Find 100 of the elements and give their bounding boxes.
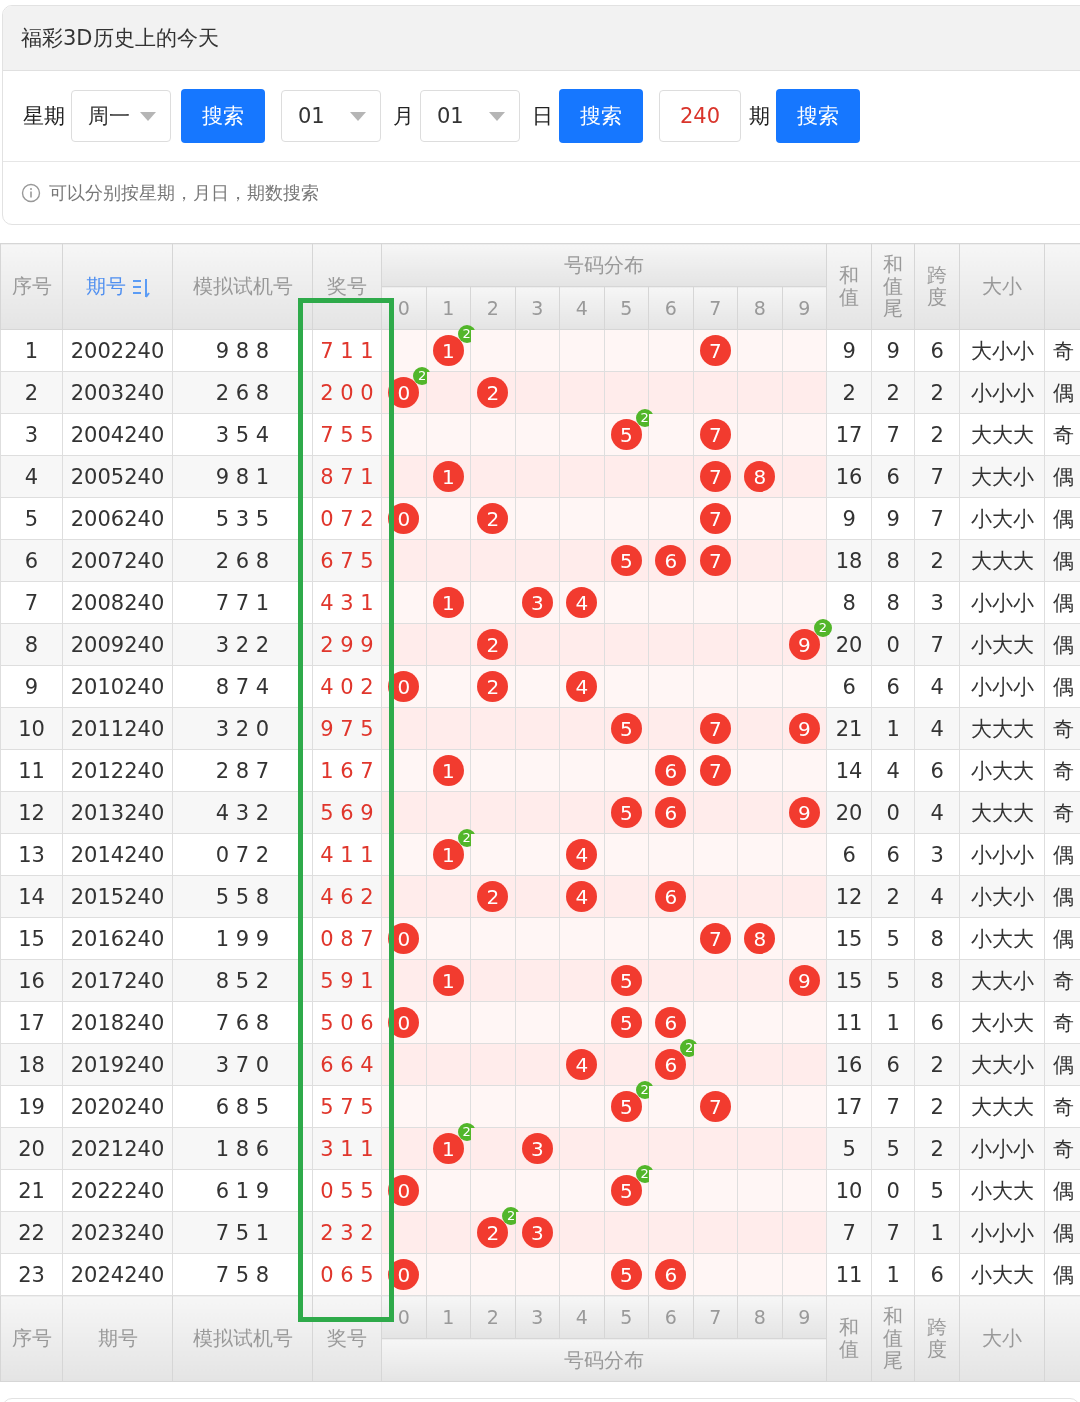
table-cell: 6 [914,1253,960,1296]
table-cell: 2010240 [62,665,173,708]
search-button[interactable]: 搜索 [559,89,643,143]
header-cell: 4 [559,286,604,330]
table-cell: 15 [826,959,872,1002]
table-cell: 3 5 4 [172,413,313,456]
dropdown[interactable]: 01 [281,90,381,142]
table-cell: 9 8 8 [172,329,313,372]
table-cell: 9 [871,329,915,372]
number-ball: 2 [477,629,509,660]
table-cell: 小大大 [959,1253,1045,1296]
number-ball: 4 [566,587,598,618]
table-cell: 23 [0,1253,63,1296]
table-cell: 8 7 1 [312,455,382,498]
table-cell: 8 [826,581,872,624]
table-cell: 15 [0,917,63,960]
table-cell: 6 8 5 [172,1085,313,1128]
table-cell: 8 7 4 [172,665,313,708]
number-ball: 6 [655,881,687,912]
dropdown[interactable]: 01 [420,90,520,142]
table-cell: 7 [914,455,960,498]
number-ball: 1 [432,965,464,996]
number-ball: 6 [655,545,687,576]
table-cell: 2022240 [62,1169,173,1212]
table-cell: 2 6 8 [172,539,313,582]
table-cell: 偶 [1053,926,1075,951]
table-cell: 15 [826,917,872,960]
table-cell: 17 [0,1001,63,1044]
table-cell: 2018240 [62,1001,173,1044]
table-cell: 偶 [1053,464,1075,489]
table-cell: 2 [0,371,63,414]
table-cell: 7 [826,1211,872,1254]
table-cell: 小大大 [959,623,1045,666]
table-cell: 11 [826,1001,872,1044]
table-cell: 17 [826,1085,872,1128]
table-cell: 2003240 [62,371,173,414]
table-cell: 2023240 [62,1211,173,1254]
header-cell: 模拟试机号 [172,243,313,330]
number-ball: 6 [655,797,687,828]
table-cell: 偶 [1053,842,1075,867]
search-button[interactable]: 搜索 [181,89,265,143]
number-ball: 4 [566,1049,598,1080]
table-cell: 18 [0,1043,63,1086]
table-cell: 2 [914,1127,960,1170]
search-button[interactable]: 搜索 [776,89,860,143]
table-cell: 4 [914,707,960,750]
number-ball: 1 [432,755,464,786]
table-cell: 偶 [1053,380,1075,405]
footer-cell: 6 [648,1295,693,1339]
table-cell: 1 [0,329,63,372]
number-ball: 7 [699,1091,731,1122]
table-cell: 10 [0,707,63,750]
table-cell: 5 5 8 [172,875,313,918]
table-cell: 1 [914,1211,960,1254]
number-ball: 3 [521,1217,553,1248]
table-cell: 奇 [1053,1094,1075,1119]
table-cell: 6 [914,329,960,372]
footer-cell: 和值 [826,1295,872,1382]
table-cell: 19 [0,1085,63,1128]
table-cell: 8 5 2 [172,959,313,1002]
table-cell: 小小小 [959,1211,1045,1254]
table-cell: 2014240 [62,833,173,876]
table-cell: 17 [826,413,872,456]
table-cell: 3 2 2 [172,623,313,666]
card-title: 福彩3D历史上的今天 [3,6,1080,71]
number-ball: 5 [610,1259,642,1290]
dropdown[interactable]: 周一 [71,90,171,142]
table-cell: 9 [871,497,915,540]
info-icon [21,183,41,203]
table-cell: 偶 [1053,632,1075,657]
table-cell: 2007240 [62,539,173,582]
issue-input[interactable]: 240 [659,90,741,142]
table-cell: 偶 [1053,1052,1075,1077]
table-cell: 0 8 7 [312,917,382,960]
sort-header[interactable]: 期号 [62,243,173,330]
table-cell: 小大小 [959,497,1045,540]
header-cell: 号码分布 [381,243,827,287]
table-cell: 6 6 4 [312,1043,382,1086]
header-cell: 7 [693,286,738,330]
table-cell: 大大大 [959,791,1045,834]
number-ball: 7 [699,923,731,954]
table-cell: 4 [914,665,960,708]
number-ball: 3 [521,587,553,618]
number-ball: 2 [477,671,509,702]
table-cell: 9 [0,665,63,708]
filter-label: 星期 [23,103,65,130]
number-ball: 4 [566,671,598,702]
table-cell: 大大小 [959,959,1045,1002]
table-cell: 2017240 [62,959,173,1002]
footer-cell: 号码分布 [381,1338,827,1382]
footer-cell: 和值尾 [871,1295,915,1382]
table-cell: 大大小 [959,1043,1045,1086]
table-cell: 大小大 [959,1001,1045,1044]
table-cell: 3 [914,833,960,876]
table-cell: 5 6 9 [312,791,382,834]
header-cell: 序号 [0,243,63,330]
table-cell: 2019240 [62,1043,173,1086]
table-cell: 2 [914,1043,960,1086]
table-cell: 12 [826,875,872,918]
table-cell: 2 [871,371,915,414]
